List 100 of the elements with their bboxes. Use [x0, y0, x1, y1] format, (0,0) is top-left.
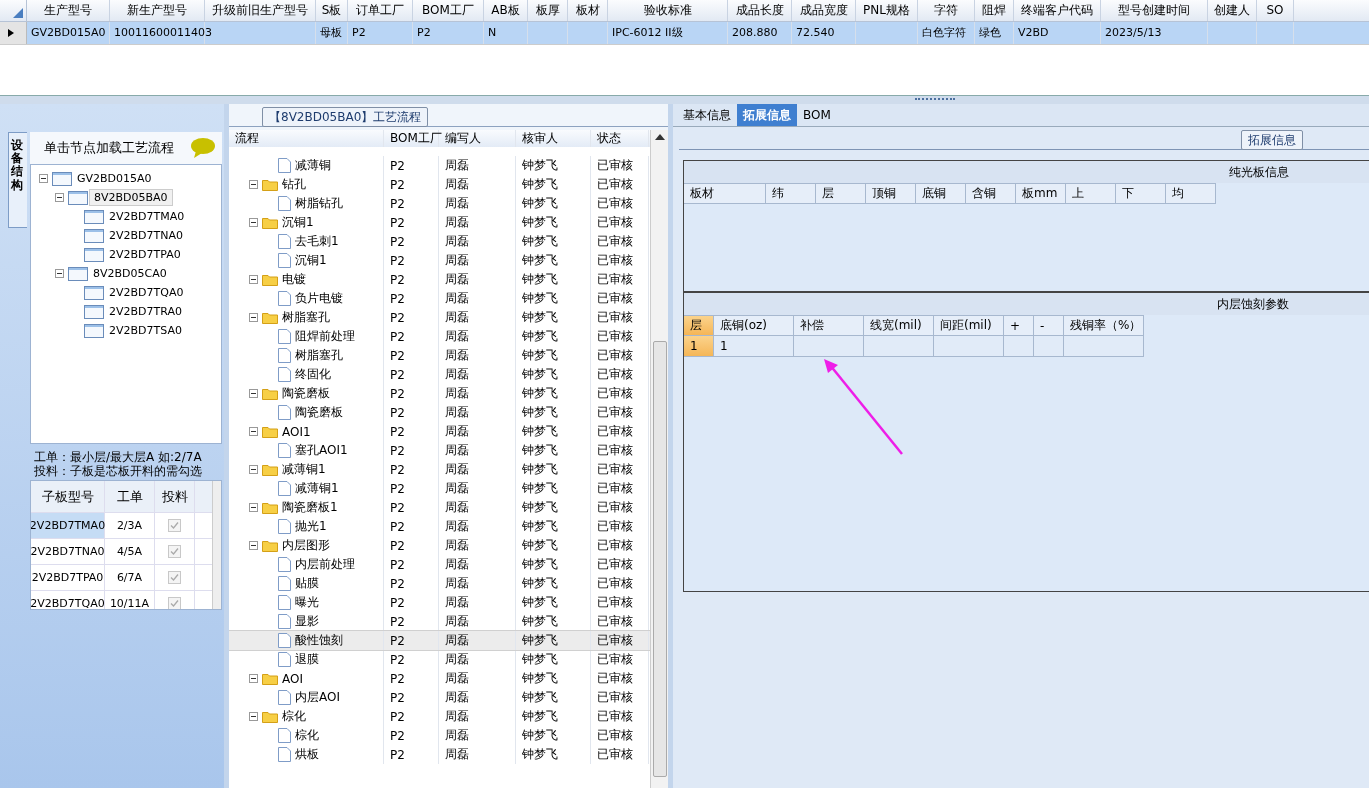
tree-row[interactable]: 塞孔AOI1 P2 周磊 钟梦飞 已审核 [229, 441, 650, 460]
column-header[interactable]: 板材 [684, 183, 766, 204]
column-header[interactable]: 补偿 [794, 315, 864, 336]
collapse-icon[interactable] [249, 313, 258, 322]
collapse-icon[interactable] [39, 174, 48, 183]
tree-row[interactable]: 沉铜1 P2 周磊 钟梦飞 已审核 [229, 213, 650, 232]
column-header[interactable]: + [1004, 315, 1034, 336]
column-header[interactable]: 均 [1166, 183, 1216, 204]
collapse-icon[interactable] [249, 275, 258, 284]
tree-row[interactable]: 内层前处理 P2 周磊 钟梦飞 已审核 [229, 555, 650, 574]
column-header[interactable]: 创建人 [1208, 0, 1257, 21]
column-header[interactable]: 字符 [918, 0, 975, 21]
column-header[interactable]: SO [1257, 0, 1294, 21]
column-header[interactable]: BOM工厂 [413, 0, 484, 21]
tree-row[interactable]: 陶瓷磨板 P2 周磊 钟梦飞 已审核 [229, 403, 650, 422]
tree-row[interactable]: 抛光1 P2 周磊 钟梦飞 已审核 [229, 517, 650, 536]
tree-row[interactable]: 减薄铜1 P2 周磊 钟梦飞 已审核 [229, 460, 650, 479]
collapse-icon[interactable] [55, 269, 64, 278]
column-header[interactable]: 流程 [229, 130, 384, 147]
tree-node[interactable]: 2V2BD7TSA0 [105, 323, 186, 338]
column-header[interactable]: 成品宽度 [792, 0, 856, 21]
tree-node[interactable]: 2V2BD7TMA0 [105, 209, 189, 224]
column-header[interactable]: 底铜 [916, 183, 966, 204]
column-header[interactable]: 纬 [766, 183, 816, 204]
column-header[interactable]: 含铜 [966, 183, 1016, 204]
tab[interactable]: BOM [797, 104, 837, 126]
column-header[interactable]: S板 [316, 0, 348, 21]
column-header[interactable]: 终端客户代码 [1014, 0, 1101, 21]
tree-row[interactable]: 陶瓷磨板1 P2 周磊 钟梦飞 已审核 [229, 498, 650, 517]
tree-row[interactable]: 电镀 P2 周磊 钟梦飞 已审核 [229, 270, 650, 289]
tree-row[interactable]: 陶瓷磨板 P2 周磊 钟梦飞 已审核 [229, 384, 650, 403]
checkbox[interactable] [168, 545, 181, 558]
collapse-icon[interactable] [249, 465, 258, 474]
tree-row[interactable]: 棕化 P2 周磊 钟梦飞 已审核 [229, 707, 650, 726]
column-header[interactable]: PNL规格 [856, 0, 918, 21]
column-header[interactable]: 层 [684, 315, 714, 336]
tree-row[interactable]: 树脂塞孔 P2 周磊 钟梦飞 已审核 [229, 346, 650, 365]
column-header[interactable]: 间距(mil) [934, 315, 1004, 336]
tree-row[interactable]: 内层AOI P2 周磊 钟梦飞 已审核 [229, 688, 650, 707]
checkbox[interactable] [168, 519, 181, 532]
column-header[interactable]: 下 [1116, 183, 1166, 204]
side-tab[interactable]: 设备结构 [8, 132, 27, 228]
column-header[interactable]: 型号创建时间 [1101, 0, 1208, 21]
collapse-icon[interactable] [249, 427, 258, 436]
column-header[interactable]: 线宽(mil) [864, 315, 934, 336]
tree-row[interactable]: 沉铜1 P2 周磊 钟梦飞 已审核 [229, 251, 650, 270]
table-row[interactable]: 1 1 [684, 336, 1369, 357]
table-row[interactable]: 2V2BD7TQA0 10/11A [31, 591, 212, 609]
tree-node[interactable]: 2V2BD7TPA0 [105, 247, 185, 262]
tree-row[interactable]: 酸性蚀刻 P2 周磊 钟梦飞 已审核 [229, 631, 650, 650]
column-header[interactable]: 顶铜 [866, 183, 916, 204]
tab[interactable]: 拓展信息 [737, 104, 797, 126]
tree-row[interactable]: 去毛刺1 P2 周磊 钟梦飞 已审核 [229, 232, 650, 251]
tree-row[interactable]: 终固化 P2 周磊 钟梦飞 已审核 [229, 365, 650, 384]
tree-row[interactable]: 贴膜 P2 周磊 钟梦飞 已审核 [229, 574, 650, 593]
column-header[interactable]: 生产型号 [27, 0, 110, 21]
tree-row[interactable]: 减薄铜1 P2 周磊 钟梦飞 已审核 [229, 479, 650, 498]
checkbox[interactable] [168, 597, 181, 609]
column-header[interactable]: 工单 [105, 481, 155, 512]
column-header[interactable]: 残铜率（%） [1064, 315, 1144, 336]
column-header[interactable]: 核审人 [516, 130, 591, 147]
tree-node[interactable]: 8V2BD05CA0 [89, 266, 171, 281]
scrollbar[interactable] [212, 481, 221, 609]
column-header[interactable]: 状态 [591, 130, 649, 147]
tree-row[interactable]: 烘板 P2 周磊 钟梦飞 已审核 [229, 745, 650, 764]
column-header[interactable]: 阻焊 [975, 0, 1014, 21]
tree-row[interactable]: 负片电镀 P2 周磊 钟梦飞 已审核 [229, 289, 650, 308]
tab[interactable]: 基本信息 [677, 104, 737, 126]
tree-row[interactable]: 退膜 P2 周磊 钟梦飞 已审核 [229, 650, 650, 669]
checkbox[interactable] [168, 571, 181, 584]
tree-node[interactable]: 8V2BD05BA0 [89, 189, 173, 206]
tree-row[interactable]: AOI P2 周磊 钟梦飞 已审核 [229, 669, 650, 688]
collapse-icon[interactable] [249, 503, 258, 512]
column-header[interactable]: - [1034, 315, 1064, 336]
column-header[interactable]: 新生产型号 [110, 0, 205, 21]
column-header[interactable]: 底铜(oz) [714, 315, 794, 336]
column-header[interactable]: 层 [816, 183, 866, 204]
collapse-icon[interactable] [249, 674, 258, 683]
column-header[interactable]: 板材 [568, 0, 608, 21]
collapse-icon[interactable] [249, 389, 258, 398]
column-header[interactable]: 板厚 [528, 0, 568, 21]
tree-row[interactable]: 内层图形 P2 周磊 钟梦飞 已审核 [229, 536, 650, 555]
column-header[interactable]: 上 [1066, 183, 1116, 204]
tree-node[interactable]: 2V2BD7TQA0 [105, 285, 188, 300]
column-header[interactable]: 成品长度 [728, 0, 792, 21]
collapse-icon[interactable] [249, 541, 258, 550]
scrollbar[interactable] [650, 130, 668, 788]
column-header[interactable]: 板mm [1016, 183, 1066, 204]
table-row[interactable]: 2V2BD7TPA0 6/7A [31, 565, 212, 591]
column-header[interactable]: AB板 [484, 0, 528, 21]
column-header[interactable]: 子板型号 [31, 481, 105, 512]
tree-row[interactable]: AOI1 P2 周磊 钟梦飞 已审核 [229, 422, 650, 441]
collapse-icon[interactable] [249, 180, 258, 189]
tree-node[interactable]: GV2BD015A0 [73, 171, 156, 186]
tree-row[interactable]: 棕化 P2 周磊 钟梦飞 已审核 [229, 726, 650, 745]
tree-node[interactable]: 2V2BD7TRA0 [105, 304, 186, 319]
column-header[interactable]: 升级前旧生产型号 [205, 0, 316, 21]
column-header[interactable]: 投料 [155, 481, 195, 512]
tree-row[interactable]: 树脂塞孔 P2 周磊 钟梦飞 已审核 [229, 308, 650, 327]
scroll-thumb[interactable] [652, 341, 667, 777]
